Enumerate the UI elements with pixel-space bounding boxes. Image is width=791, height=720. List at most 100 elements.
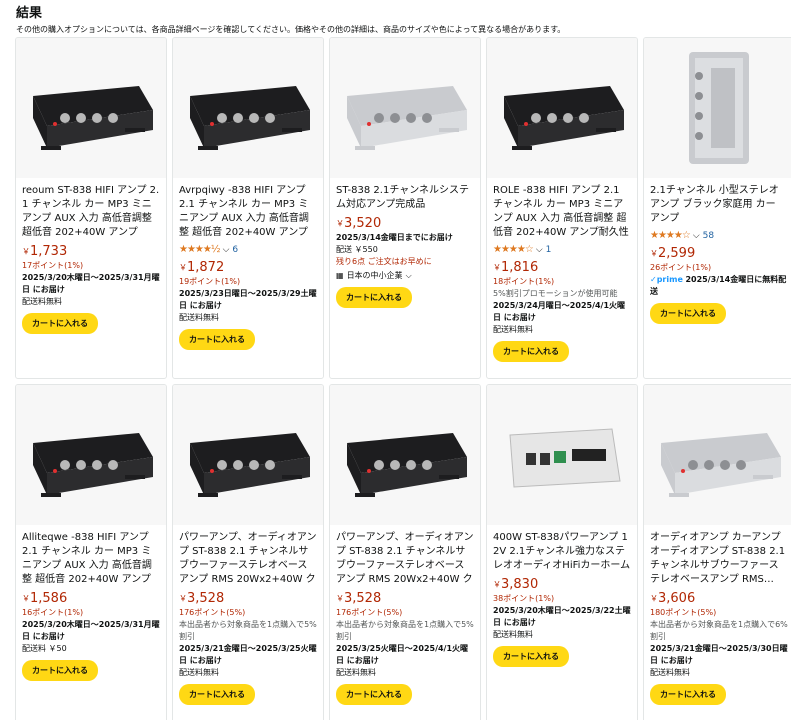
product-image[interactable] [487,38,637,178]
price: ￥3,830 [493,577,631,593]
rating-count[interactable]: 1 [546,244,552,256]
add-to-cart-button[interactable]: カートに入れる [493,341,569,362]
points: 176ポイント(5%) [336,608,403,617]
shipping-fee: 配送料無料 [179,313,219,322]
rating[interactable]: ★★★★½ ⌵ 6 [179,244,317,256]
promotion-text: 本出品者から対象商品を1点購入で5%割引 [336,620,474,641]
yen-symbol: ￥ [22,247,30,256]
product-title[interactable]: オーディオアンプ カーアンプ オーディオアンプ ST-838 2.1 チャンネル… [650,531,788,587]
add-to-cart-button[interactable]: カートに入れる [493,646,569,667]
add-to-cart-button[interactable]: カートに入れる [336,287,412,308]
product-title[interactable]: Alliteqwe -838 HIFI アンプ 2.1 チャンネル カー MP3… [22,531,160,587]
add-to-cart-button[interactable]: カートに入れる [22,313,98,334]
product-title[interactable]: パワーアンプ、オーディオアンプ ST-838 2.1 チャンネルサブウーファース… [179,531,317,587]
yen-symbol: ￥ [179,594,187,603]
product-card[interactable]: ST-838 2.1チャンネルシステム対応アンプ完成品 ￥3,520 2025/3/… [329,37,481,379]
delivery-date: 2025/3/24月曜日～2025/4/1火曜日 にお届け [493,301,626,322]
prime-badge: ✓prime [650,275,683,284]
product-title[interactable]: 2.1チャンネル 小型ステレオアンプ ブラック家庭用 カー アンプ [650,184,788,226]
add-to-cart-button[interactable]: カートに入れる [22,660,98,681]
product-card[interactable]: 2.1チャンネル 小型ステレオアンプ ブラック家庭用 カー アンプ ★★★★☆ ⌵ 5… [643,37,791,379]
add-to-cart-button[interactable]: カートに入れる [650,684,726,705]
shipping-fee: 配送 ￥550 [336,245,378,254]
points: 38ポイント(1%) [493,594,555,603]
product-image[interactable] [330,385,480,525]
delivery-date: 2025/3/20木曜日～2025/3/31月曜日 にお届け [22,620,160,641]
product-title[interactable]: ROLE -838 HIFI アンプ 2.1 チャンネル カー MP3 ミニアン… [493,184,631,240]
points: 176ポイント(5%) [179,608,246,617]
small-business-badge[interactable]: ▦ 日本の中小企業 ⌵ [336,270,474,282]
star-rating-icon: ★★★★☆ [650,230,691,241]
points: 16ポイント(1%) [22,608,84,617]
shipping-fee: 配送料無料 [650,668,690,677]
product-card[interactable]: ROLE -838 HIFI アンプ 2.1 チャンネル カー MP3 ミニアン… [486,37,638,379]
product-card[interactable]: Avrpqiwy -838 HIFI アンプ 2.1 チャンネル カー MP3 … [172,37,324,379]
stock-warning: 残り6点 ご注文はお早めに [336,257,432,266]
product-card[interactable]: 400W ST-838パワーアンプ 12V 2.1チャンネル強力なステレオオーデ… [486,384,638,720]
shipping-fee: 配送料無料 [493,325,533,334]
price-value: 3,528 [344,591,382,606]
delivery-info: ✓prime 2025/3/14金曜日に無料配送 [650,274,788,298]
product-image[interactable] [173,38,323,178]
yen-symbol: ￥ [650,594,658,603]
product-card[interactable]: パワーアンプ、オーディオアンプ ST-838 2.1 チャンネルサブウーファース… [172,384,324,720]
promotion-text: 5%割引プロモーションが使用可能 [493,289,618,298]
product-card[interactable]: reoum ST-838 HIFI アンプ 2.1 チャンネル カー MP3 ミ… [15,37,167,379]
product-title[interactable]: reoum ST-838 HIFI アンプ 2.1 チャンネル カー MP3 ミ… [22,184,160,240]
shipping-fee: 配送料無料 [22,297,62,306]
product-title[interactable]: 400W ST-838パワーアンプ 12V 2.1チャンネル強力なステレオオーデ… [493,531,631,573]
product-card[interactable]: オーディオアンプ カーアンプ オーディオアンプ ST-838 2.1 チャンネル… [643,384,791,720]
product-image[interactable] [644,385,791,525]
price-value: 1,586 [30,591,68,606]
points: 26ポイント(1%) [650,263,712,272]
chevron-down-icon[interactable]: ⌵ [536,244,543,256]
product-image[interactable] [487,385,637,525]
product-image[interactable] [173,385,323,525]
yen-symbol: ￥ [336,594,344,603]
product-image[interactable] [16,385,166,525]
price: ￥1,872 [179,260,317,276]
points: 180ポイント(5%) [650,608,717,617]
rating[interactable]: ★★★★☆ ⌵ 58 [650,230,788,242]
price: ￥3,528 [179,591,317,607]
price: ￥2,599 [650,246,788,262]
product-image[interactable] [16,38,166,178]
delivery-date: 2025/3/23日曜日～2025/3/29土曜日 にお届け [179,289,317,310]
price-value: 3,528 [187,591,225,606]
yen-symbol: ￥ [650,249,658,258]
product-title[interactable]: パワーアンプ、オーディオアンプ ST-838 2.1 チャンネルサブウーファース… [336,531,474,587]
chevron-down-icon[interactable]: ⌵ [223,244,230,256]
results-heading: 結果 [16,6,43,21]
price: ￥3,520 [336,216,474,232]
price-value: 1,872 [187,260,225,275]
rating-count[interactable]: 6 [232,244,238,256]
add-to-cart-button[interactable]: カートに入れる [336,684,412,705]
points: 18ポイント(1%) [493,277,555,286]
delivery-date: 2025/3/20木曜日～2025/3/22土曜日 にお届け [493,606,631,627]
add-to-cart-button[interactable]: カートに入れる [179,329,255,350]
chevron-down-icon[interactable]: ⌵ [406,270,412,282]
rating[interactable]: ★★★★☆ ⌵ 1 [493,244,631,256]
price: ￥3,606 [650,591,788,607]
yen-symbol: ￥ [336,219,344,228]
shipping-fee: 配送料無料 [336,668,376,677]
product-title[interactable]: ST-838 2.1チャンネルシステム対応アンプ完成品 [336,184,474,212]
product-title[interactable]: Avrpqiwy -838 HIFI アンプ 2.1 チャンネル カー MP3 … [179,184,317,240]
add-to-cart-button[interactable]: カートに入れる [650,303,726,324]
price: ￥3,528 [336,591,474,607]
promotion-text: 本出品者から対象商品を1点購入で5%割引 [179,620,317,641]
shop-icon: ▦ [336,271,344,280]
product-card[interactable]: パワーアンプ、オーディオアンプ ST-838 2.1 チャンネルサブウーファース… [329,384,481,720]
chevron-down-icon[interactable]: ⌵ [693,230,700,242]
yen-symbol: ￥ [493,263,501,272]
delivery-date: 2025/3/14金曜日までにお届け [336,233,453,242]
promotion-text: 本出品者から対象商品を1点購入で6%割引 [650,620,788,641]
product-image[interactable] [330,38,480,178]
product-card[interactable]: Alliteqwe -838 HIFI アンプ 2.1 チャンネル カー MP3… [15,384,167,720]
add-to-cart-button[interactable]: カートに入れる [179,684,255,705]
price-value: 3,606 [658,591,696,606]
product-image[interactable] [644,38,791,178]
star-rating-icon: ★★★★½ [179,244,221,255]
price-value: 3,520 [344,216,382,231]
rating-count[interactable]: 58 [703,230,714,242]
